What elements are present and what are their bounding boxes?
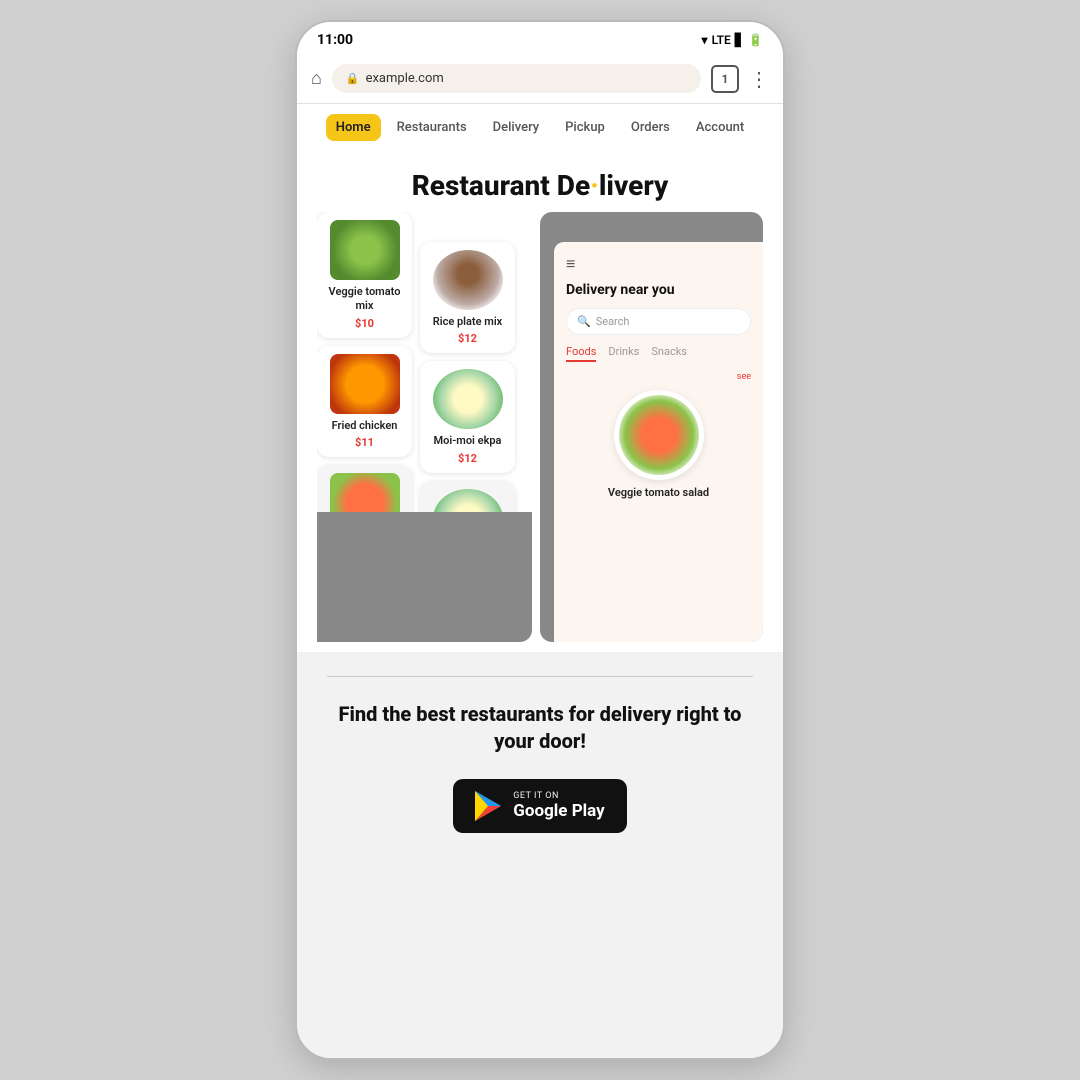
lock-icon: 🔒 xyxy=(346,72,360,85)
wifi-icon: ▾ xyxy=(702,33,708,47)
google-play-button[interactable]: GET IT ON Google Play xyxy=(453,779,626,833)
status-icons: ▾ LTE ▋ 🔋 xyxy=(702,33,763,47)
divider xyxy=(327,676,753,677)
food-name-2: Rice plate mix xyxy=(428,315,507,329)
food-price-1: $10 xyxy=(325,317,404,330)
gray-overlay-left xyxy=(317,512,532,642)
food-image-fried-chicken xyxy=(330,354,400,414)
signal-icon: ▋ xyxy=(735,33,744,47)
lte-label: LTE xyxy=(712,33,731,47)
tab-button[interactable]: 1 xyxy=(711,65,739,93)
inner-tab-snacks[interactable]: Snacks xyxy=(651,345,687,362)
inner-tab-drinks[interactable]: Drinks xyxy=(608,345,639,362)
status-bar: 11:00 ▾ LTE ▋ 🔋 xyxy=(297,22,783,56)
food-image-veggie-tomato xyxy=(330,220,400,280)
nav-restaurants[interactable]: Restaurants xyxy=(387,114,477,141)
nav-bar: Home Restaurants Delivery Pickup Orders … xyxy=(297,104,783,151)
food-card-moi-moi: Moi-moi ekpa $12 xyxy=(420,361,515,472)
webpage: Home Restaurants Delivery Pickup Orders … xyxy=(297,104,783,1058)
inner-see-all[interactable]: see xyxy=(566,372,751,382)
food-image-rice xyxy=(433,250,503,310)
cta-text: Find the best restaurants for delivery r… xyxy=(327,701,753,755)
app-preview: Veggie tomato mix $10 Fried chicken $11 xyxy=(317,212,763,642)
play-store-text: GET IT ON Google Play xyxy=(513,791,604,821)
inner-food-image xyxy=(614,390,704,480)
status-time: 11:00 xyxy=(317,32,353,48)
inner-search-bar[interactable]: 🔍 Search xyxy=(566,308,751,335)
nav-account[interactable]: Account xyxy=(686,114,754,141)
hero-title: Restaurant De·livery xyxy=(412,169,669,202)
food-name-1: Veggie tomato mix xyxy=(325,285,404,314)
food-price-3: $11 xyxy=(325,436,404,449)
inner-tab-foods[interactable]: Foods xyxy=(566,345,596,362)
nav-delivery[interactable]: Delivery xyxy=(483,114,549,141)
inner-food-circle-img xyxy=(619,395,699,475)
food-image-moi-moi xyxy=(433,369,503,429)
food-cards-area: Veggie tomato mix $10 Fried chicken $11 xyxy=(317,212,532,642)
food-card-rice-plate: Rice plate mix $12 xyxy=(420,242,515,353)
hero-title-area: Restaurant De·livery xyxy=(297,151,783,212)
food-name-3: Fried chicken xyxy=(325,419,404,433)
url-text: example.com xyxy=(366,71,444,86)
phone-frame: 11:00 ▾ LTE ▋ 🔋 ⌂ 🔒 example.com 1 ⋮ Home… xyxy=(295,20,785,1060)
nav-orders[interactable]: Orders xyxy=(621,114,680,141)
nav-pickup[interactable]: Pickup xyxy=(555,114,615,141)
battery-icon: 🔋 xyxy=(748,33,763,47)
play-store-big-text: Google Play xyxy=(513,801,604,821)
browser-menu-icon[interactable]: ⋮ xyxy=(749,67,769,91)
home-icon[interactable]: ⌂ xyxy=(311,68,322,89)
url-bar[interactable]: 🔒 example.com xyxy=(332,64,701,93)
nav-home[interactable]: Home xyxy=(326,114,381,141)
tab-count: 1 xyxy=(722,72,729,86)
inner-search-icon: 🔍 xyxy=(577,315,591,328)
inner-menu-icon: ≡ xyxy=(566,254,751,274)
food-price-2: $12 xyxy=(428,332,507,345)
bottom-section: Find the best restaurants for delivery r… xyxy=(297,652,783,863)
inner-app: ≡ Delivery near you 🔍 Search Foods Drink… xyxy=(554,242,763,642)
play-store-small-text: GET IT ON xyxy=(513,791,604,801)
play-triangle-icon xyxy=(475,791,501,821)
inner-food-name: Veggie tomato salad xyxy=(566,486,751,499)
food-price-4: $12 xyxy=(428,452,507,465)
inner-app-title: Delivery near you xyxy=(566,282,751,298)
inner-tabs: Foods Drinks Snacks xyxy=(566,345,751,362)
play-store-icon xyxy=(475,791,501,821)
food-card-veggie-tomato: Veggie tomato mix $10 xyxy=(317,212,412,338)
right-panel: ≡ Delivery near you 🔍 Search Foods Drink… xyxy=(540,212,763,642)
food-name-4: Moi-moi ekpa xyxy=(428,434,507,448)
inner-search-placeholder: Search xyxy=(596,315,630,328)
food-card-fried-chicken: Fried chicken $11 xyxy=(317,346,412,457)
browser-chrome: ⌂ 🔒 example.com 1 ⋮ xyxy=(297,56,783,104)
